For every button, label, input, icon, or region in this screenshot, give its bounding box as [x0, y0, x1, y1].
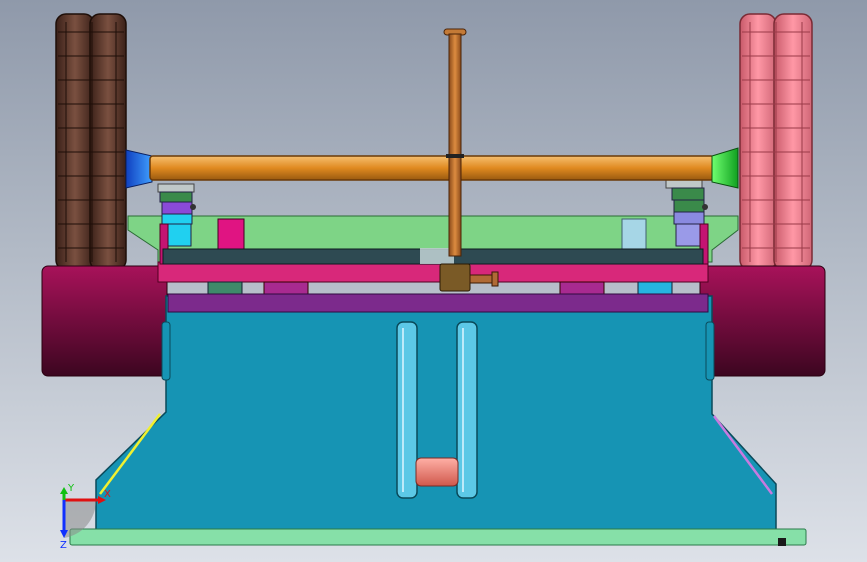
right-slot-bar — [456, 321, 478, 499]
main-body — [95, 293, 777, 531]
light-blue-sensor-block — [621, 218, 647, 251]
base-plate — [69, 528, 807, 546]
left-slot-bar — [396, 321, 418, 499]
left-maroon-block — [41, 265, 168, 377]
y-axis-label: Y — [67, 483, 75, 494]
right-wheel — [739, 13, 813, 271]
base-plate-foot — [778, 538, 786, 546]
right-maroon-block — [699, 265, 826, 377]
left-wheel — [55, 13, 127, 271]
x-axis-label: X — [104, 489, 111, 500]
horizontal-axle — [125, 147, 739, 189]
cad-assembly-drawing: X Y Z — [41, 13, 826, 551]
cross-pin — [415, 457, 459, 487]
cad-viewport[interactable]: X Y Z — [0, 0, 867, 562]
z-axis-label: Z — [60, 540, 67, 551]
pink-sensor-block — [217, 218, 245, 251]
body-top-band — [167, 293, 709, 313]
